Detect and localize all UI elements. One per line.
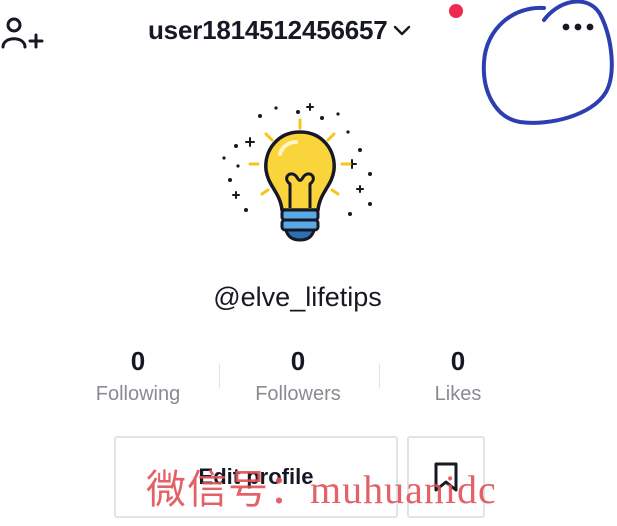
stat-label: Following	[95, 383, 181, 405]
stat-label: Followers	[255, 383, 341, 405]
more-dots-icon[interactable]	[558, 16, 598, 38]
stat-followers[interactable]: 0 Followers	[223, 346, 373, 407]
notification-dot	[449, 4, 463, 18]
stat-divider	[219, 364, 220, 388]
watermark-text: 微信号：muhuanidc	[146, 467, 497, 512]
stat-label: Likes	[434, 383, 482, 405]
profile-handle: @elve_lifetips	[213, 282, 382, 312]
stat-value: 0	[450, 346, 466, 376]
stat-value: 0	[130, 346, 146, 376]
chevron-down-icon	[393, 25, 410, 36]
stat-following[interactable]: 0 Following	[63, 346, 213, 407]
lightbulb-avatar[interactable]	[210, 98, 390, 260]
stat-divider	[379, 364, 380, 388]
add-user-icon[interactable]	[0, 8, 44, 52]
stat-value: 0	[290, 346, 306, 376]
stat-likes[interactable]: 0 Likes	[383, 346, 533, 407]
username-title: user1814512456657	[148, 14, 388, 45]
account-switcher[interactable]: user1814512456657	[148, 10, 412, 50]
